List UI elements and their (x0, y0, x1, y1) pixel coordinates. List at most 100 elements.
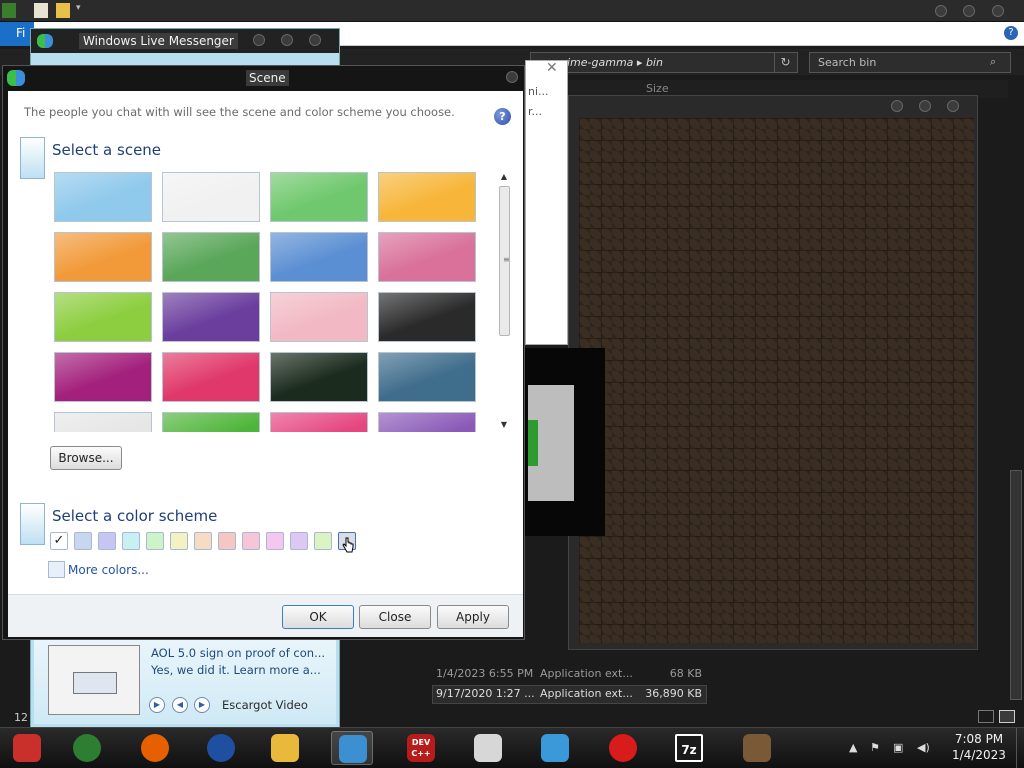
help-icon[interactable]: ? (494, 108, 511, 125)
file-row[interactable]: 9/17/2020 1:27 ... Application ext... 36… (432, 685, 707, 704)
next-icon[interactable]: ▶ (194, 697, 210, 713)
scroll-down-icon[interactable]: ▼ (497, 420, 511, 432)
taskbar-button[interactable]: 7z (668, 731, 710, 765)
more-colors-swatch[interactable] (48, 561, 65, 578)
minimize-icon[interactable] (253, 34, 265, 46)
search-icon[interactable]: ⌕ (990, 55, 1006, 70)
scene-tile-purple-cartoon[interactable] (378, 412, 476, 432)
scene-tile-magenta-flower[interactable] (54, 352, 152, 402)
color-section-icon (20, 503, 45, 545)
taskbar-button[interactable] (736, 731, 778, 765)
scene-tile-white-bubbles[interactable] (162, 172, 260, 222)
browse-button[interactable]: Browse... (50, 446, 122, 470)
scrollbar[interactable] (1010, 470, 1022, 700)
scene-tile-orange-grass[interactable] (54, 232, 152, 282)
scene-tile-autumn-tree[interactable] (378, 172, 476, 222)
previous-icon[interactable]: ◀ (172, 697, 188, 713)
scene-tile-lime-dots[interactable] (54, 292, 152, 342)
explorer-folder-icon[interactable] (2, 3, 16, 18)
more-colors-link[interactable]: More colors... (68, 563, 149, 577)
taskbar-button[interactable] (534, 731, 576, 765)
taskbar-button[interactable] (331, 731, 373, 765)
scene-tile-white-floral[interactable] (54, 412, 152, 432)
maximize-icon[interactable] (963, 5, 975, 17)
action-center-flag-icon[interactable]: ⚑ (870, 741, 880, 754)
color-swatch[interactable] (98, 532, 116, 550)
new-document-icon[interactable] (34, 3, 48, 18)
close-icon[interactable] (947, 100, 959, 112)
path-segment[interactable]: ime-gamma (567, 56, 633, 69)
color-swatch[interactable] (146, 532, 164, 550)
scroll-up-icon[interactable]: ▲ (497, 172, 511, 184)
news-subtitle[interactable]: Yes, we did it. Learn more a... (151, 663, 321, 677)
color-swatch[interactable] (218, 532, 236, 550)
news-headline[interactable]: AOL 5.0 sign on proof of con... (151, 646, 325, 660)
tiles-view-icon[interactable] (999, 710, 1015, 723)
devcpp-icon: DEV C++ (407, 734, 435, 762)
help-icon[interactable]: ? (1004, 26, 1018, 40)
color-swatch[interactable] (170, 532, 188, 550)
color-swatch[interactable] (290, 532, 308, 550)
taskbar-button[interactable] (602, 731, 644, 765)
taskbar-button[interactable] (467, 731, 509, 765)
game-canvas[interactable] (579, 118, 974, 643)
scene-scrollbar[interactable]: ▲ ≡ ▼ (497, 172, 511, 434)
taskbar-button[interactable] (66, 731, 108, 765)
maximize-icon[interactable] (281, 34, 293, 46)
file-tab[interactable]: Fi (0, 22, 34, 46)
scene-tile-green-bamboo[interactable] (162, 412, 260, 432)
taskbar-button[interactable]: DEV C++ (400, 731, 442, 765)
scene-tile-dark-pattern[interactable] (378, 292, 476, 342)
maximize-icon[interactable] (919, 100, 931, 112)
scene-tile-sky-clouds[interactable] (54, 172, 152, 222)
close-icon[interactable] (992, 5, 1004, 17)
scene-tile-colorful-dots[interactable] (270, 412, 368, 432)
new-folder-icon[interactable] (56, 3, 70, 18)
color-swatch[interactable] (74, 532, 92, 550)
taskbar-button[interactable] (6, 731, 48, 765)
scene-tile-blue-mountains[interactable] (270, 232, 368, 282)
minimize-icon[interactable] (891, 100, 903, 112)
search-input[interactable]: Search bin ⌕ (809, 52, 1011, 73)
ok-button[interactable]: OK (282, 605, 354, 629)
show-desktop-button[interactable] (1016, 728, 1024, 768)
path-segment[interactable]: bin (646, 56, 663, 69)
scene-tile-meadow-character[interactable] (162, 232, 260, 282)
news-thumbnail[interactable] (48, 645, 140, 715)
address-bar[interactable]: ime-gamma ▸ bin (530, 52, 798, 73)
play-icon[interactable]: ▶ (149, 697, 165, 713)
chat-line: ni... (528, 85, 549, 98)
scene-tile-green-hills-sky[interactable] (270, 172, 368, 222)
show-hidden-icons-icon[interactable]: ▲ (849, 741, 857, 754)
refresh-icon[interactable]: ↻ (774, 53, 796, 72)
taskbar-button[interactable] (200, 731, 242, 765)
taskbar-clock[interactable]: 7:08 PM 1/4/2023 (944, 731, 1014, 763)
color-swatch[interactable] (314, 532, 332, 550)
close-button[interactable]: Close (359, 605, 431, 629)
minimize-icon[interactable] (935, 5, 947, 17)
scene-tile-red-pink-swirl[interactable] (162, 352, 260, 402)
color-swatch[interactable] (266, 532, 284, 550)
color-swatch[interactable] (122, 532, 140, 550)
network-icon[interactable]: ▣ (893, 741, 903, 754)
scene-tile-pink-blossom[interactable] (270, 292, 368, 342)
volume-icon[interactable]: ◀) (917, 741, 930, 754)
file-row[interactable]: 1/4/2023 6:55 PM Application ext... 68 K… (436, 667, 706, 685)
size-column-header[interactable]: Size (646, 82, 669, 95)
details-view-icon[interactable] (978, 710, 994, 723)
apply-button[interactable]: Apply (437, 605, 509, 629)
taskbar-button[interactable] (134, 731, 176, 765)
scene-tile-dark-green-wave[interactable] (270, 352, 368, 402)
scene-tile-pink-hearts[interactable] (378, 232, 476, 282)
close-icon[interactable] (309, 34, 321, 46)
scene-tile-sea-rocket[interactable] (378, 352, 476, 402)
color-swatch-selected[interactable]: ✓ (50, 532, 68, 550)
color-swatch[interactable] (194, 532, 212, 550)
scene-tile-purple-floral[interactable] (162, 292, 260, 342)
chevron-down-icon[interactable]: ▾ (76, 3, 90, 18)
scroll-thumb[interactable]: ≡ (499, 186, 510, 336)
taskbar-button[interactable] (264, 731, 306, 765)
close-icon[interactable]: ✕ (546, 60, 558, 76)
close-icon[interactable] (506, 71, 518, 83)
color-swatch[interactable] (242, 532, 260, 550)
